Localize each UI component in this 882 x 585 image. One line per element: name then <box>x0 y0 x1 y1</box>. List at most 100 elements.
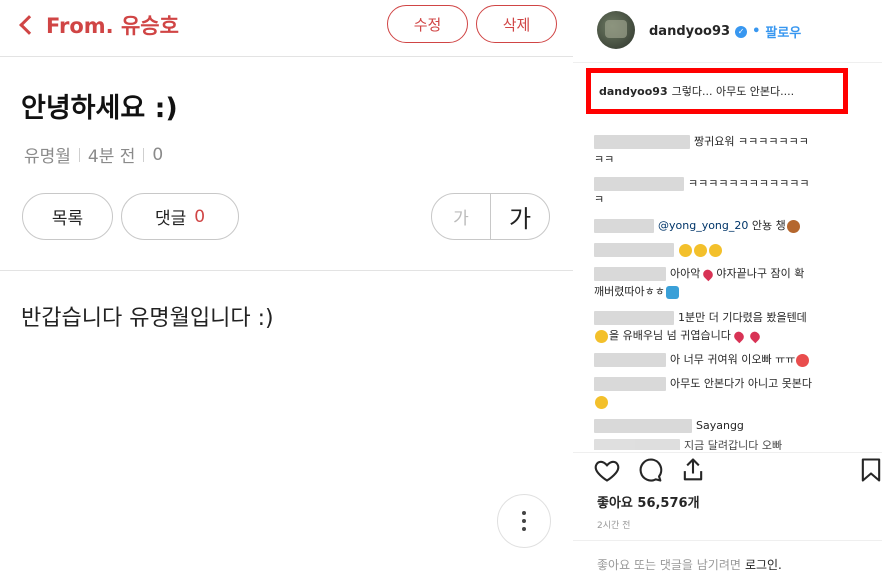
comment-text: 짱귀요워 ㅋㅋㅋㅋㅋㅋㅋ <box>694 135 809 148</box>
heart-emoji-icon <box>732 329 746 343</box>
list-item: 짱귀요워 ㅋㅋㅋㅋㅋㅋㅋ <box>594 132 809 152</box>
heart-emoji-icon <box>701 267 716 281</box>
comment-text: 아아악 <box>670 267 701 280</box>
blurred-username <box>594 267 666 281</box>
comment-button[interactable]: 댓글 0 <box>121 193 239 240</box>
font-small-button[interactable]: 가 <box>432 194 491 239</box>
list-item: 을 유배우님 넘 귀엽습니다 <box>594 326 763 346</box>
login-prompt: 좋아요 또는 댓글을 남기려면 로그인. <box>597 556 782 573</box>
comment-text: 아 너무 귀여워 이오빠 ㅠㅠ <box>670 353 796 366</box>
post-time: 4분 전 <box>87 147 136 167</box>
instagram-post-panel: dandyoo93 ✓ • 팔로우 dandyoo93 그렇다... 아무도 안… <box>573 0 882 585</box>
blurred-username <box>594 353 666 367</box>
back-button[interactable]: From. 유승호 <box>18 10 179 40</box>
blurred-username <box>594 311 674 325</box>
username-row: dandyoo93 ✓ • 팔로우 <box>649 22 801 41</box>
list-button[interactable]: 목록 <box>22 193 113 240</box>
comment-text: 깨버렸따아ㅎㅎ <box>594 285 665 298</box>
more-options-button[interactable] <box>497 494 551 548</box>
font-size-toggle: 가 가 <box>431 193 550 240</box>
author-name: 유명월 <box>24 147 71 167</box>
bookmark-icon[interactable] <box>857 456 882 484</box>
mention-link[interactable]: @yong_yong_20 <box>658 219 748 232</box>
list-label: 목록 <box>51 209 84 229</box>
heart-eyes-emoji-icon <box>796 353 810 367</box>
heart-icon[interactable] <box>593 456 621 484</box>
blurred-username <box>594 177 684 191</box>
heart-emoji-icon <box>748 329 762 343</box>
list-item: ㅋㅋㅋㅋㅋㅋㅋㅋㅋㅋㅋㅋ <box>594 174 809 194</box>
comment-label: 댓글 <box>154 209 187 229</box>
list-item: 아아악 야자끝나구 잠이 확 <box>594 264 804 284</box>
comment-text: Sayangg <box>696 419 744 432</box>
emoji-icon <box>786 219 800 233</box>
divider <box>573 540 882 541</box>
post-header: dandyoo93 ✓ • 팔로우 <box>573 0 882 62</box>
crying-emoji-icon <box>595 395 608 409</box>
verified-badge-icon: ✓ <box>735 25 748 38</box>
comment-icon[interactable] <box>637 456 665 484</box>
follow-separator: • <box>752 24 761 39</box>
list-item: ㅋ <box>594 190 604 210</box>
blurred-username <box>594 377 666 391</box>
comment-text: 1분만 더 기다렸음 봤을텐데 <box>678 311 807 324</box>
comment-list: 짱귀요워 ㅋㅋㅋㅋㅋㅋㅋ ㅋㅋ ㅋㅋㅋㅋㅋㅋㅋㅋㅋㅋㅋㅋ ㅋ @yong_yon… <box>573 120 882 450</box>
edit-button[interactable]: 수정 <box>387 5 468 43</box>
list-item: 아무도 안본다가 아니고 못본다 <box>594 374 812 394</box>
meta-divider <box>143 147 145 162</box>
list-item <box>594 392 609 412</box>
divider <box>0 56 573 57</box>
list-item: Sayangg <box>594 416 744 436</box>
grin-emoji-icon <box>595 329 608 343</box>
comment-text: 안뇽 챙 <box>751 219 786 232</box>
caption-text: 그렇다... 아무도 안본다.... <box>671 85 795 98</box>
login-prompt-text: 좋아요 또는 댓글을 남기려면 <box>597 558 741 572</box>
list-item: @yong_yong_20 안뇽 챙 <box>594 216 801 236</box>
comment-text: 야자끝나구 잠이 확 <box>716 267 805 280</box>
blurred-username <box>594 419 692 433</box>
like-count[interactable]: 좋아요 56,576개 <box>597 492 700 511</box>
comment-text: ㅋㅋㅋㅋㅋㅋㅋㅋㅋㅋㅋㅋ <box>688 177 810 190</box>
list-item: 1분만 더 기다렸음 봤을텐데 <box>594 308 807 328</box>
blurred-username <box>594 439 680 450</box>
action-bar <box>593 456 882 488</box>
back-label: From. 유승호 <box>46 14 179 38</box>
list-item: 아 너무 귀여워 이오빠 ㅠㅠ <box>594 350 810 370</box>
post-title: 안녕하세요 :) <box>21 93 178 124</box>
list-item: 지금 달려갑니다 오빠 <box>594 436 782 450</box>
comment-text: ㅋㅋ <box>594 153 615 166</box>
chevron-left-icon <box>19 15 39 35</box>
divider <box>573 452 882 453</box>
username[interactable]: dandyoo93 <box>649 24 730 39</box>
meta-divider <box>78 147 80 162</box>
post-body: 반갑습니다 유명월입니다 :) <box>21 306 274 331</box>
font-large-button[interactable]: 가 <box>491 194 549 239</box>
blurred-username <box>594 243 674 257</box>
list-item <box>594 240 723 260</box>
caption-username[interactable]: dandyoo93 <box>599 85 668 98</box>
more-dot-icon <box>522 519 526 523</box>
divider <box>0 270 573 271</box>
login-link[interactable]: 로그인. <box>745 558 782 572</box>
smile-emoji-icon <box>709 243 722 257</box>
list-item: ㅋㅋ <box>594 150 614 170</box>
caption-highlight: dandyoo93 그렇다... 아무도 안본다.... <box>586 68 848 114</box>
avatar[interactable] <box>597 11 635 49</box>
smile-emoji-icon <box>679 243 692 257</box>
share-icon[interactable] <box>679 456 707 484</box>
delete-button[interactable]: 삭제 <box>476 5 557 43</box>
post-timestamp: 2시간 전 <box>597 521 631 531</box>
more-dot-icon <box>522 527 526 531</box>
comment-text: 지금 달려갑니다 오빠 <box>684 439 783 450</box>
view-count: 0 <box>152 144 164 165</box>
comment-text: ㅋ <box>594 193 605 206</box>
list-item: 깨버렸따아ㅎㅎ <box>594 282 680 302</box>
top-bar: From. 유승호 수정 삭제 <box>0 0 573 50</box>
comment-text: 아무도 안본다가 아니고 못본다 <box>670 377 813 390</box>
blurred-username <box>594 135 690 149</box>
follow-button[interactable]: 팔로우 <box>765 22 801 41</box>
more-dot-icon <box>522 511 526 515</box>
post-meta: 유명월 4분 전 0 <box>24 142 164 168</box>
comment-count: 0 <box>194 206 206 227</box>
board-post-panel: From. 유승호 수정 삭제 안녕하세요 :) 유명월 4분 전 0 목록 댓… <box>0 0 573 585</box>
